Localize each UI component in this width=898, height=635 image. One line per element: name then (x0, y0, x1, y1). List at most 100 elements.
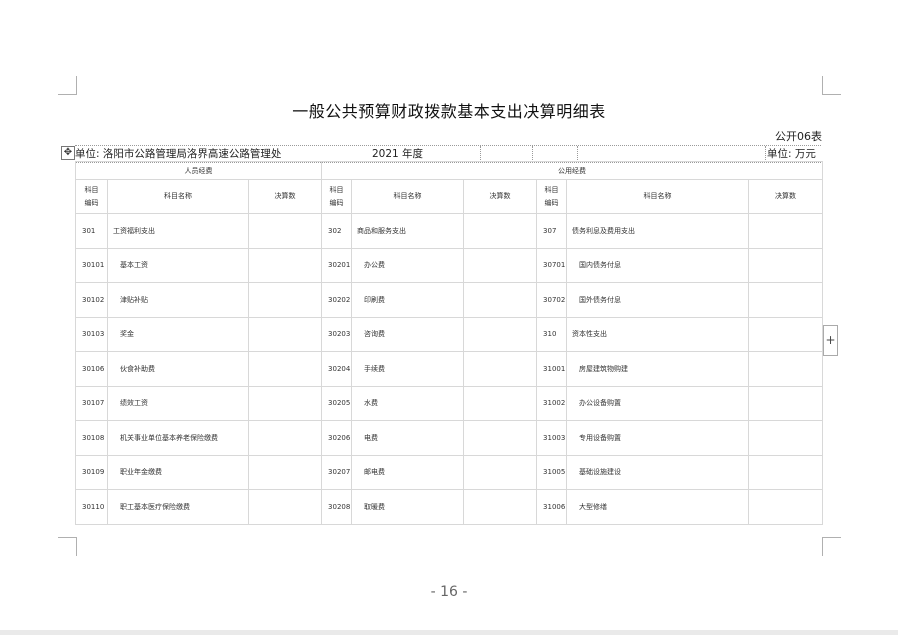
item-name: 奖金 (107, 316, 249, 352)
item-code: 30101 (75, 247, 108, 283)
item-name: 职工基本医疗保险缴费 (107, 489, 249, 525)
amount-cell (247, 351, 323, 387)
add-icon[interactable]: + (823, 325, 838, 356)
item-code: 307 (536, 213, 568, 249)
item-code: 31001 (536, 351, 568, 387)
item-name: 房屋建筑物购建 (566, 351, 750, 387)
header-code-bottom: 编码 (84, 198, 99, 207)
amount-cell (247, 282, 323, 318)
item-name: 机关事业单位基本养老保险缴费 (107, 420, 249, 456)
item-name: 基本工资 (107, 247, 249, 283)
item-code: 31005 (536, 454, 568, 490)
table-row: 30103 奖金 30203 咨询费 310 资本性支出 (75, 316, 824, 352)
amount-cell (463, 316, 538, 352)
amount-cell (247, 385, 323, 421)
amount-cell (748, 385, 824, 421)
item-name: 大型修缮 (566, 489, 750, 525)
cell-divider (577, 146, 578, 162)
item-code: 30204 (321, 351, 353, 387)
item-name: 商品和服务支出 (351, 213, 465, 249)
currency-unit-label: 单位: 万元 (767, 148, 816, 160)
item-name: 津贴补贴 (107, 282, 249, 318)
item-code: 30206 (321, 420, 353, 456)
item-name: 债务利息及费用支出 (566, 213, 750, 249)
item-name: 印刷费 (351, 282, 465, 318)
amount-cell (748, 282, 824, 318)
document-code: 公开06表 (775, 130, 822, 143)
amount-cell (748, 489, 824, 525)
amount-cell (748, 316, 824, 352)
table-row: 30107 绩效工资 30205 水费 31002 办公设备购置 (75, 385, 824, 421)
header-code-top: 科目 (84, 185, 99, 194)
item-code: 30203 (321, 316, 353, 352)
item-name: 专用设备购置 (566, 420, 750, 456)
amount-cell (748, 454, 824, 490)
item-code: 30207 (321, 454, 353, 490)
page-title: 一般公共预算财政拨款基本支出决算明细表 (292, 102, 606, 121)
item-code: 30201 (321, 247, 353, 283)
margin-mark-top-left (58, 76, 77, 95)
margin-mark-bottom-left (58, 537, 77, 556)
header-amount: 决算数 (247, 179, 323, 214)
amount-cell (463, 282, 538, 318)
amount-cell (247, 247, 323, 283)
year-label: 2021 年度 (372, 148, 424, 160)
item-code: 310 (536, 316, 568, 352)
header-code: 科目 编码 (321, 179, 353, 214)
table-row: 30106 伙食补助费 30204 手续费 31001 房屋建筑物购建 (75, 351, 824, 387)
item-code: 30110 (75, 489, 108, 525)
page-number: - 16 - (430, 584, 468, 600)
header-code-bottom: 编码 (544, 198, 559, 207)
item-code: 30106 (75, 351, 108, 387)
item-name: 绩效工资 (107, 385, 249, 421)
amount-cell (748, 351, 824, 387)
item-code: 30109 (75, 454, 108, 490)
amount-cell (463, 351, 538, 387)
header-code-bottom: 编码 (329, 198, 344, 207)
page-bottom-edge (0, 630, 898, 635)
amount-cell (463, 247, 538, 283)
table-row: 30101 基本工资 30201 办公费 30701 国内债务付息 (75, 247, 824, 283)
item-name: 办公设备购置 (566, 385, 750, 421)
header-code-top: 科目 (329, 185, 344, 194)
amount-cell (247, 454, 323, 490)
item-name: 水费 (351, 385, 465, 421)
item-name: 咨询费 (351, 316, 465, 352)
amount-cell (463, 420, 538, 456)
table-row: 30110 职工基本医疗保险缴费 30208 取暖费 31006 大型修缮 (75, 489, 824, 525)
item-name: 取暖费 (351, 489, 465, 525)
cell-divider (480, 146, 481, 162)
header-amount: 决算数 (748, 179, 824, 214)
item-code: 302 (321, 213, 353, 249)
item-code: 31002 (536, 385, 568, 421)
table-move-icon[interactable]: ✥ (61, 146, 75, 160)
group-header-personnel: 人员经费 (74, 161, 323, 180)
item-name: 手续费 (351, 351, 465, 387)
amount-cell (748, 247, 824, 283)
item-code: 301 (75, 213, 108, 249)
item-code: 31006 (536, 489, 568, 525)
header-code: 科目 编码 (536, 179, 568, 214)
header-code: 科目 编码 (75, 179, 108, 214)
amount-cell (463, 454, 538, 490)
item-code: 30202 (321, 282, 353, 318)
unit-label: 单位: 洛阳市公路管理局洛界高速公路管理处 (75, 148, 282, 160)
amount-cell (463, 385, 538, 421)
item-code: 30205 (321, 385, 353, 421)
margin-mark-top-right (822, 76, 841, 95)
item-name: 资本性支出 (566, 316, 750, 352)
item-code: 30108 (75, 420, 108, 456)
table-row: 30102 津贴补贴 30202 印刷费 30702 国外债务付息 (75, 282, 824, 318)
cell-divider (532, 146, 533, 162)
amount-cell (247, 316, 323, 352)
item-name: 基础设施建设 (566, 454, 750, 490)
item-code: 30702 (536, 282, 568, 318)
header-name: 科目名称 (351, 179, 465, 214)
group-header-public: 公用经费 (321, 161, 824, 180)
amount-cell (463, 213, 538, 249)
header-code-top: 科目 (544, 185, 559, 194)
amount-cell (247, 420, 323, 456)
item-code: 30107 (75, 385, 108, 421)
item-code: 30208 (321, 489, 353, 525)
header-name: 科目名称 (107, 179, 249, 214)
